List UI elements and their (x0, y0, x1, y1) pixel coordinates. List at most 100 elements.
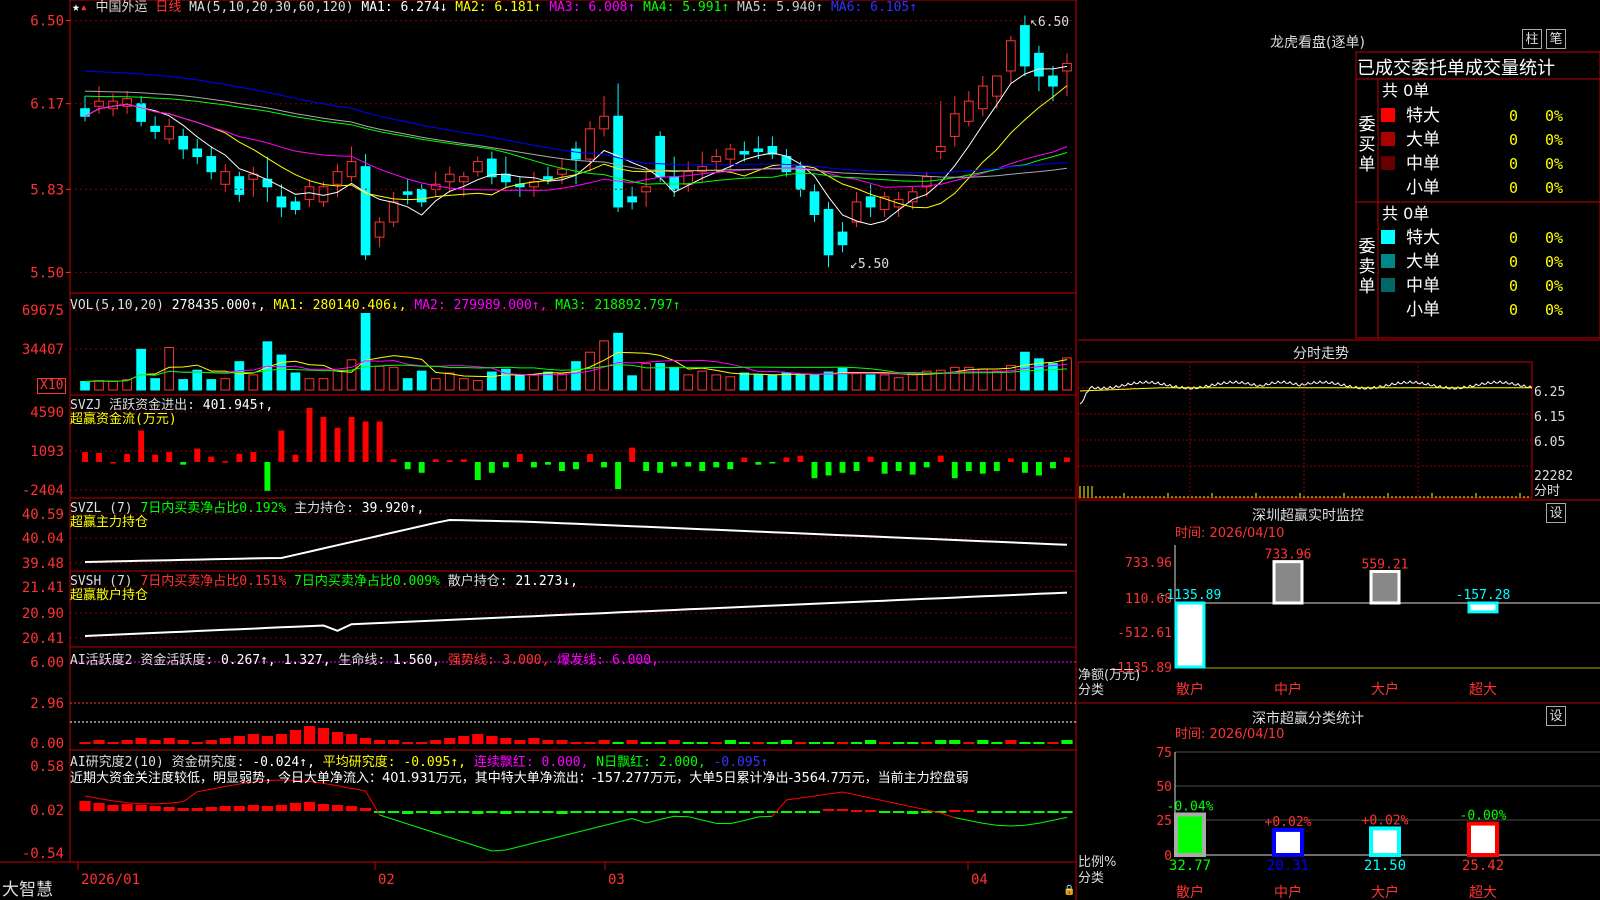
buy-row-pct: 0% (1545, 107, 1563, 125)
ai1-bar (79, 742, 91, 744)
svzj-bar (587, 453, 593, 462)
volume-bar (683, 374, 694, 391)
svzj-bar (867, 456, 874, 462)
volume-bar (781, 372, 792, 391)
ai2-bar (1061, 811, 1073, 813)
candle-body (150, 125, 161, 132)
ai1-bar (612, 742, 624, 744)
volume-bar (1062, 357, 1072, 391)
intraday-avg-line (1079, 387, 1532, 392)
sell-row-name: 特大 (1406, 228, 1440, 248)
candle-body (346, 161, 357, 178)
ai1-bar (640, 742, 652, 744)
ai1-bar (514, 740, 526, 744)
volume-bar (529, 374, 539, 391)
intraday-title: 分时走势 (1293, 346, 1349, 362)
sell-side-char: 单 (1359, 277, 1376, 297)
sell-row-count: 0 (1509, 301, 1518, 319)
volume-bar (374, 365, 385, 391)
brand-logo[interactable]: 大智慧 (2, 881, 53, 900)
ai1-bar (724, 740, 736, 744)
star-icon[interactable]: ★ (72, 0, 80, 15)
sell-row-swatch (1381, 278, 1395, 292)
ai2-bar (345, 806, 358, 811)
bar-mode-button[interactable]: 柱 (1522, 29, 1542, 49)
pen-mode-button[interactable]: 笔 (1546, 29, 1566, 49)
ai2-title-bar: AI研究度2(10) 资金研究度: -0.024↑, 平均研究度: -0.095… (70, 756, 768, 770)
cls-top-label-2: +0.02% (1265, 815, 1312, 830)
ai1-bar (444, 738, 456, 744)
buy-side-char: 单 (1359, 155, 1376, 175)
ai1-bar (149, 740, 161, 744)
ai2-bar (1005, 811, 1017, 813)
candle-body (907, 191, 918, 203)
candle-body (178, 135, 189, 150)
ai1-bar (486, 736, 498, 744)
ai2-bar (205, 807, 217, 811)
candle-body (711, 156, 722, 163)
svzj-bar (474, 462, 481, 480)
svzj-value: 401.945↑, (202, 398, 274, 413)
buy-row-name: 大单 (1406, 130, 1440, 150)
main-title-bar: ★▴ 中国外运 日线 MA(5,10,20,30,60,120) MA1: 6.… (72, 1, 917, 15)
buy-row-pct: 0% (1545, 179, 1563, 197)
svzj-bar (951, 462, 958, 479)
lhb-tabs: 已成交委托单成交量统计 (1357, 54, 1555, 80)
svzj-bar (306, 408, 313, 462)
period-label[interactable]: 日线 (155, 0, 181, 15)
lhb-tab-3[interactable]: 成交量统计 (1465, 58, 1555, 79)
ai1-bar (556, 740, 568, 744)
volume-bar (234, 361, 245, 391)
ai2-bar (738, 811, 750, 813)
volume-bar (332, 370, 343, 391)
ai2-bar (1047, 811, 1059, 813)
cls-unit1: 比例% (1078, 855, 1116, 870)
buy-row-pct: 0% (1545, 155, 1563, 173)
ai2-bar (570, 811, 582, 813)
svzj-bar (601, 462, 608, 468)
ai2-bar (416, 811, 428, 813)
lhb-tab-2[interactable]: 委托单 (1411, 58, 1465, 79)
lhb-tab-1[interactable]: 已成交 (1357, 58, 1411, 79)
lock-icon[interactable]: 🔒 (1063, 884, 1075, 898)
cls-settings-button[interactable]: 设 (1546, 706, 1566, 726)
candle-body (627, 196, 637, 203)
svzj-bar (110, 462, 117, 464)
ai1-bar (570, 742, 582, 744)
svzj-ytick-1: 1093 (30, 444, 64, 460)
volume-bar (711, 374, 722, 391)
ai2-bar (177, 808, 189, 811)
volume-bar (192, 369, 203, 391)
svzj-bar (334, 427, 341, 462)
sz-title: 深圳超赢实时监控 (1252, 508, 1364, 524)
intraday-unit: 分时 (1534, 484, 1560, 499)
ai1-bar (1019, 742, 1031, 744)
ai1-bar (668, 740, 680, 744)
sz-bar-4 (1467, 601, 1499, 614)
ai2-bar (654, 811, 666, 813)
candle-body (234, 176, 245, 195)
ai1-ytick-1: 2.96 (30, 696, 64, 712)
sz-settings-button[interactable]: 设 (1546, 503, 1566, 523)
vol-value: 278435.000↑, (171, 298, 266, 313)
ai1-bar (822, 742, 835, 744)
svzj-bar (362, 421, 369, 462)
ai2-bar (584, 811, 596, 813)
ai1-bar (135, 738, 147, 744)
ai1-bar (879, 742, 891, 744)
ma-value-2: MA2: 6.181↑ (447, 0, 542, 15)
ai1-bar (991, 742, 1003, 744)
lhb-title: 龙虎看盘(逐单) (1270, 35, 1365, 51)
svzj-bar (783, 457, 790, 462)
ai1-bar (766, 742, 779, 744)
volume-bar (276, 354, 287, 391)
svzj-bar (124, 453, 131, 462)
ai2-bar (514, 811, 526, 813)
vol-ytick-1: 34407 (22, 342, 64, 358)
svzj-bar (82, 452, 88, 462)
ai2-bar (542, 811, 554, 813)
svzj-bar (881, 462, 888, 474)
svzj-bar (979, 462, 986, 474)
stock-name[interactable]: 中国外运 (95, 0, 147, 15)
cls-unit2: 分类 (1078, 871, 1104, 886)
